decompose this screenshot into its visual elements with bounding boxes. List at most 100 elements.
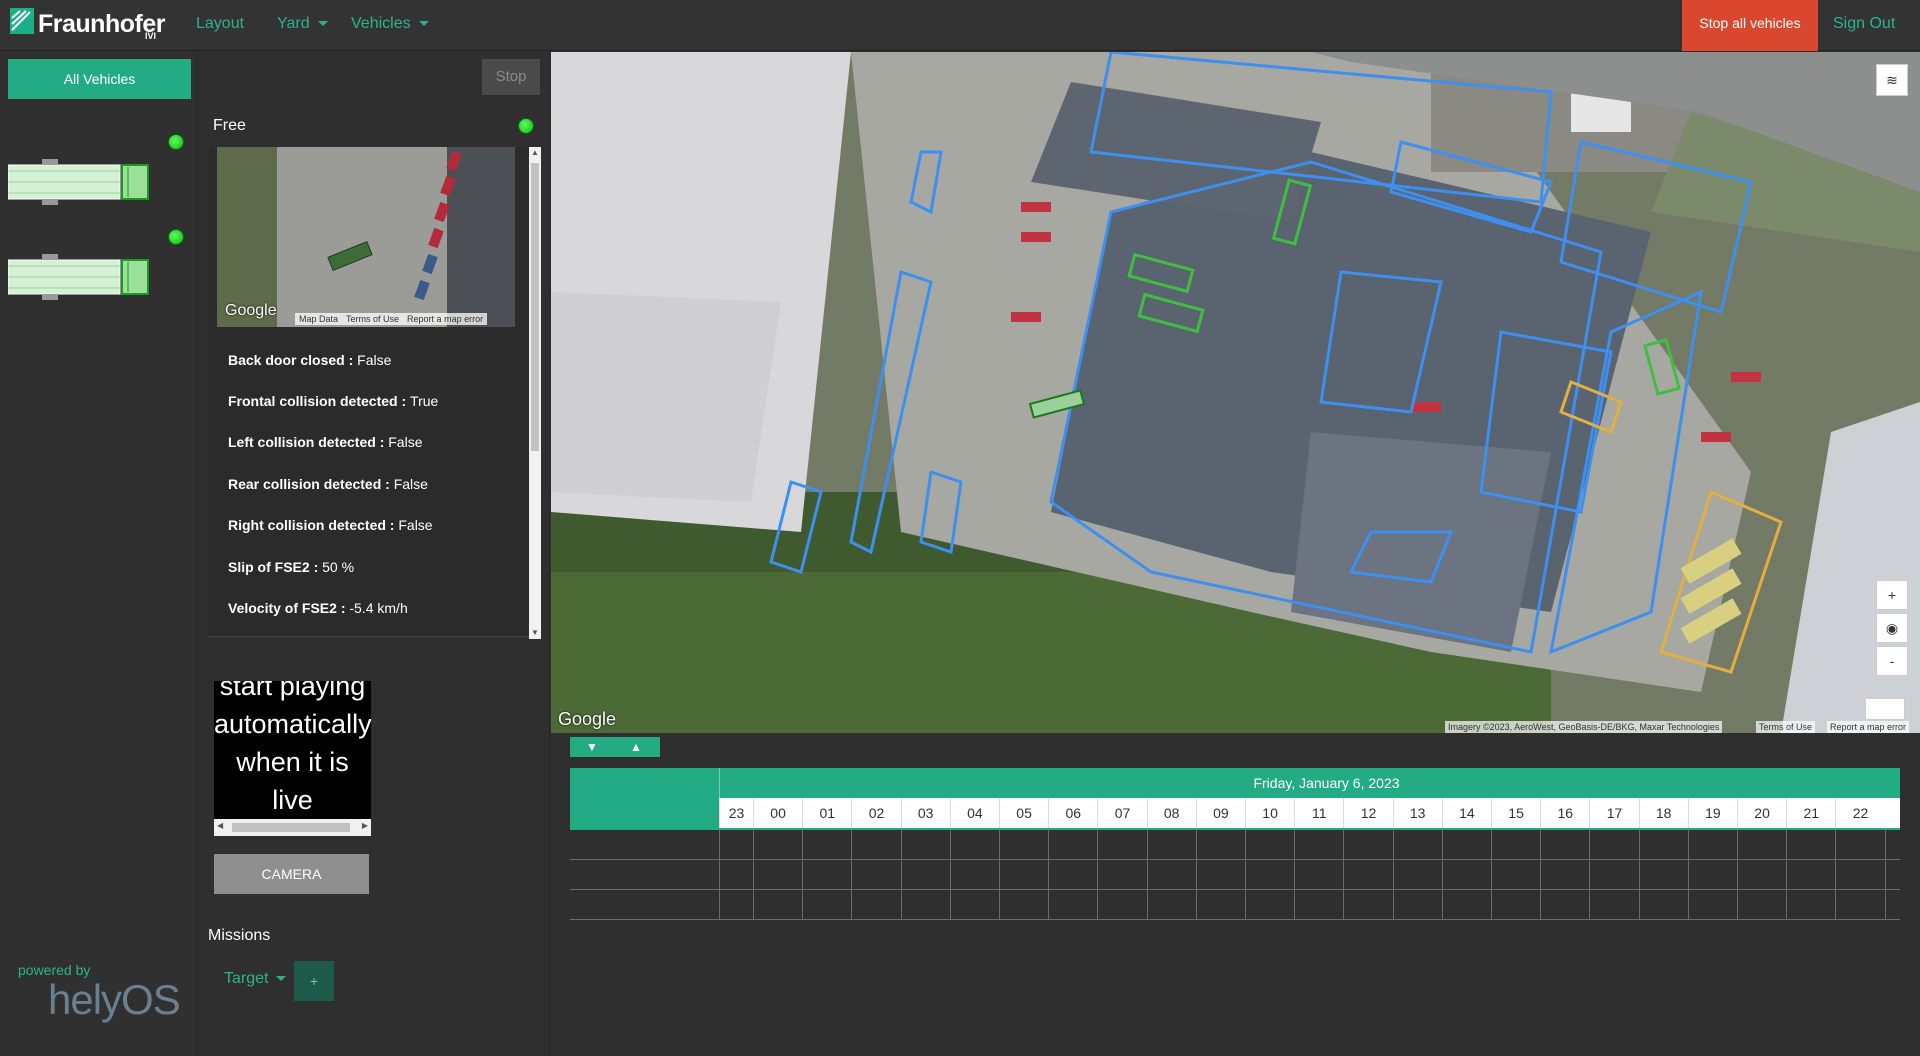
vehicle-item[interactable] bbox=[7, 252, 188, 302]
fraunhofer-logo[interactable]: Fraunhofer bbox=[10, 8, 165, 40]
yard-map[interactable]: ≋ + ◉ - Google Imagery ©2023, AeroWest, … bbox=[551, 52, 1920, 733]
timeline-grid-line bbox=[999, 830, 1000, 920]
scrollbar-thumb[interactable] bbox=[531, 163, 539, 451]
vehicle-status-indicator bbox=[168, 229, 184, 245]
timeline-hour-label: 04 bbox=[949, 798, 999, 828]
property-label: Left collision detected : bbox=[228, 434, 389, 450]
timeline-collapse-icon[interactable]: ▼ bbox=[582, 737, 602, 757]
scroll-up-icon[interactable]: ▲ bbox=[529, 147, 541, 159]
video-horizontal-scrollbar[interactable]: ◀ ▶ bbox=[214, 819, 371, 836]
sign-out-link[interactable]: Sign Out bbox=[1833, 0, 1895, 51]
timeline-hour-label: 06 bbox=[1048, 798, 1097, 828]
mini-map-google-mark: Google bbox=[225, 302, 277, 319]
map-layers-button[interactable]: ≋ bbox=[1876, 64, 1908, 96]
timeline-hour-label: 02 bbox=[851, 798, 900, 828]
timeline-grid-line bbox=[1884, 830, 1886, 920]
timeline-hour-label: 13 bbox=[1392, 798, 1442, 828]
timeline-row bbox=[570, 890, 1900, 920]
truck-icon bbox=[7, 254, 149, 300]
timeline-grid-line bbox=[1343, 830, 1345, 920]
timeline-expand-icon[interactable]: ▲ bbox=[626, 737, 646, 757]
property-label: Slip of FSE2 : bbox=[228, 559, 323, 575]
timeline-hour-label: 19 bbox=[1687, 798, 1737, 828]
timeline-grid-line bbox=[1245, 830, 1246, 920]
timeline-hour-label: 09 bbox=[1195, 798, 1245, 828]
properties-scrollbar[interactable]: ▲ ▼ bbox=[529, 147, 541, 639]
fraunhofer-logo-icon bbox=[10, 8, 34, 34]
scroll-left-icon[interactable]: ◀ bbox=[217, 821, 223, 830]
property-label: Back door closed : bbox=[228, 352, 358, 368]
scroll-right-icon[interactable]: ▶ bbox=[362, 821, 368, 830]
vehicle-status-indicator bbox=[168, 134, 184, 150]
property-rear-collision: Rear collision detected : False bbox=[228, 476, 428, 492]
video-message-line: live bbox=[272, 785, 313, 815]
timeline-grid-line bbox=[1294, 830, 1296, 920]
nav-vehicles-label: Vehicles bbox=[351, 15, 411, 32]
vehicle-mini-map[interactable]: Google Map Data Terms of Use Report a map … bbox=[217, 147, 515, 327]
property-label: Right collision detected : bbox=[228, 517, 399, 533]
vehicle-details-panel: Stop Free Google Map Data Terms of Use R… bbox=[198, 52, 550, 1056]
map-report-link[interactable]: Report a map error bbox=[1827, 721, 1910, 733]
timeline-hour-label: 12 bbox=[1343, 798, 1392, 828]
video-message-line: automatically bbox=[214, 709, 371, 739]
truck-icon bbox=[7, 159, 149, 205]
timeline-grid[interactable] bbox=[570, 830, 1900, 920]
timeline-toggle: ▼ ▲ bbox=[570, 737, 660, 757]
stop-all-vehicles-button[interactable]: Stop all vehicles bbox=[1682, 0, 1818, 51]
timeline-hour-label: 21 bbox=[1786, 798, 1835, 828]
target-dropdown-label: Target bbox=[224, 970, 269, 987]
locate-button[interactable]: ◉ bbox=[1876, 613, 1908, 643]
timeline-hour-label: 18 bbox=[1638, 798, 1688, 828]
zoom-in-button[interactable]: + bbox=[1876, 580, 1908, 610]
timeline-hour-label: 00 bbox=[753, 798, 802, 828]
timeline-hour-label: 17 bbox=[1589, 798, 1638, 828]
timeline-grid-line bbox=[1195, 830, 1197, 920]
all-vehicles-button[interactable]: All Vehicles bbox=[8, 59, 191, 99]
timeline-hour-label: 22 bbox=[1835, 798, 1884, 828]
timeline-grid-line bbox=[1540, 830, 1542, 920]
timeline-hour-label: 03 bbox=[900, 798, 950, 828]
property-right-collision: Right collision detected : False bbox=[228, 517, 433, 533]
timeline-grid-line bbox=[1146, 830, 1148, 920]
vehicle-list-panel: All Vehicles powered by helyOS bbox=[0, 52, 197, 1056]
timeline-header-corner bbox=[570, 768, 719, 830]
nav-layout[interactable]: Layout bbox=[196, 0, 244, 51]
mini-map-terms-link[interactable]: Terms of Use bbox=[342, 314, 403, 324]
helyos-logo: helyOS bbox=[48, 976, 181, 1023]
target-dropdown[interactable]: Target bbox=[224, 970, 287, 988]
nav-vehicles[interactable]: Vehicles bbox=[351, 0, 429, 51]
property-value: False bbox=[388, 434, 423, 450]
mini-map-report-link[interactable]: Report a map error bbox=[403, 314, 487, 324]
scrollbar-thumb[interactable] bbox=[232, 823, 350, 832]
timeline-grid-line bbox=[1687, 830, 1689, 920]
timeline-grid-line bbox=[1589, 830, 1591, 920]
camera-video[interactable]: start playing automatically when it is l… bbox=[214, 681, 371, 836]
scroll-down-icon[interactable]: ▼ bbox=[529, 627, 541, 639]
timeline-grid-line bbox=[753, 830, 754, 920]
layers-icon: ≋ bbox=[1886, 72, 1898, 88]
camera-button[interactable]: CAMERA bbox=[214, 854, 369, 894]
timeline-grid-line bbox=[851, 830, 853, 920]
timeline-grid-line bbox=[802, 830, 804, 920]
map-scale-control[interactable] bbox=[1865, 698, 1905, 720]
stop-vehicle-button[interactable]: Stop bbox=[482, 59, 540, 95]
timeline-hour-label: 10 bbox=[1245, 798, 1294, 828]
timeline-hours: 23 00 01 02 03 04 05 06 07 08 09 10 11 12 13 14 15 16 17 18… bbox=[719, 798, 1900, 830]
timeline-grid-line bbox=[1786, 830, 1788, 920]
video-message-line: start playing bbox=[219, 681, 366, 701]
video-message-line: when it is bbox=[236, 747, 349, 777]
timeline-grid-line bbox=[1638, 830, 1640, 920]
timeline-row bbox=[570, 860, 1900, 890]
mini-map-data-link[interactable]: Map Data bbox=[295, 314, 342, 324]
property-value: False bbox=[398, 517, 433, 533]
property-frontal-collision: Frontal collision detected : True bbox=[228, 393, 438, 409]
map-terms-link[interactable]: Terms of Use bbox=[1756, 721, 1816, 733]
vehicle-properties-scroll[interactable]: Google Map Data Terms of Use Report a map … bbox=[209, 147, 531, 637]
zoom-out-button[interactable]: - bbox=[1876, 646, 1908, 676]
timeline-date: Friday, January 6, 2023 bbox=[753, 768, 1900, 798]
nav-yard[interactable]: Yard bbox=[277, 0, 328, 51]
add-mission-button[interactable]: + bbox=[294, 961, 334, 1001]
vehicle-item[interactable] bbox=[7, 157, 188, 207]
timeline-hour-label: 07 bbox=[1097, 798, 1146, 828]
property-left-collision: Left collision detected : False bbox=[228, 434, 422, 450]
